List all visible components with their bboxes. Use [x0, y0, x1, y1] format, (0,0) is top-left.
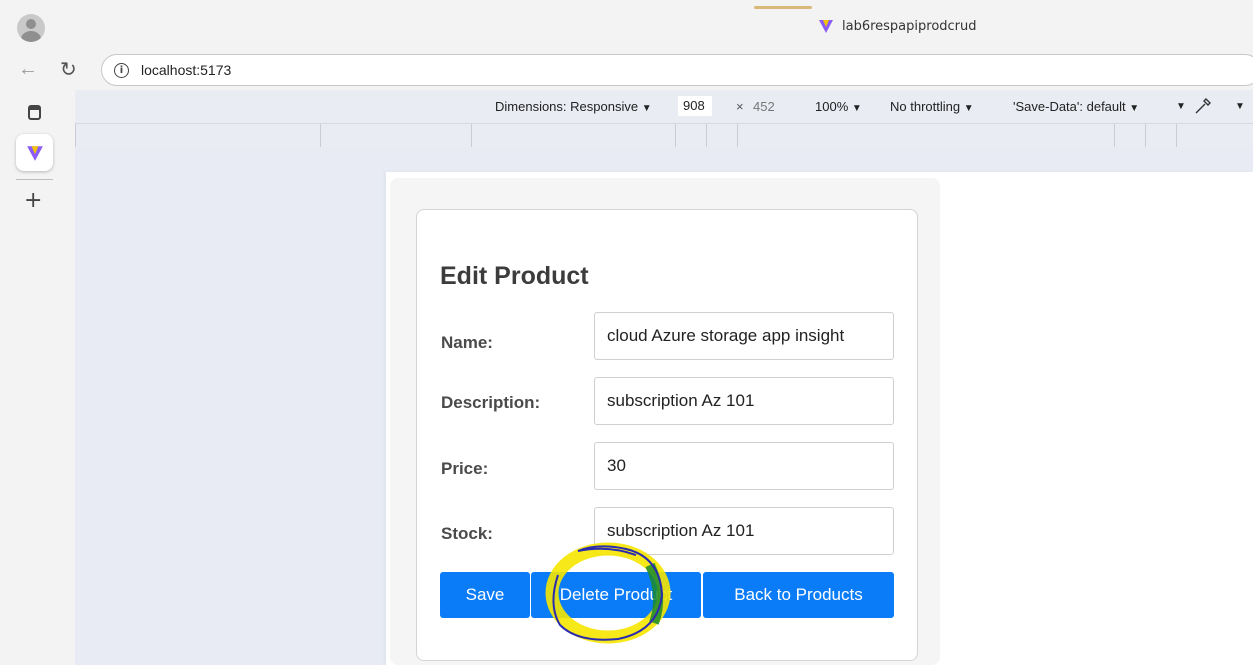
- delete-product-button[interactable]: Delete Product: [531, 572, 701, 618]
- navigation-bar: ← ↻ i localhost:5173: [0, 52, 1253, 90]
- ruler-tick: [471, 124, 472, 148]
- stock-input[interactable]: [594, 507, 894, 555]
- media-query-ruler: [75, 123, 1253, 148]
- ruler-tick: [75, 124, 76, 148]
- dimensions-dropdown[interactable]: Dimensions: Responsive ▼: [495, 99, 652, 114]
- address-bar[interactable]: i localhost:5173: [101, 54, 1253, 86]
- name-input[interactable]: [594, 312, 894, 360]
- dropdown-triangle-icon: ▼: [851, 103, 862, 114]
- ruler-tick: [675, 124, 676, 148]
- save-data-dropdown[interactable]: 'Save-Data': default ▼: [1013, 99, 1139, 114]
- title-bar: lab6respapiprodcrud: [0, 0, 1253, 52]
- reload-icon[interactable]: ↻: [60, 57, 77, 82]
- back-arrow-icon[interactable]: ←: [18, 58, 38, 81]
- ruler-tick: [737, 124, 738, 148]
- dropdown-triangle-icon: ▼: [1129, 103, 1140, 114]
- window-title: lab6respapiprodcrud: [818, 18, 977, 34]
- form-container: Edit Product Name: Description: Price: S…: [390, 178, 940, 665]
- toolbar-overflow-triangle-icon[interactable]: ▼: [1235, 101, 1245, 112]
- description-label: Description:: [441, 393, 541, 412]
- viewport-width-input[interactable]: 908: [678, 96, 712, 116]
- back-to-products-button[interactable]: Back to Products: [703, 572, 894, 618]
- stock-label: Stock:: [441, 524, 493, 543]
- ruler-tick: [1176, 124, 1177, 148]
- throttling-dropdown[interactable]: No throttling ▼: [890, 99, 974, 114]
- vite-logo-icon: [26, 145, 43, 161]
- tab-indicator: [754, 6, 812, 9]
- tab-strip-divider: [16, 179, 53, 180]
- ruler-tick: [1145, 124, 1146, 148]
- price-input[interactable]: [594, 442, 894, 490]
- more-options-triangle-icon[interactable]: ▼: [1176, 101, 1186, 112]
- ruler-tick: [1114, 124, 1115, 148]
- dropdown-triangle-icon: ▼: [641, 103, 652, 114]
- eyedropper-icon[interactable]: [1193, 96, 1213, 116]
- viewport-height-input[interactable]: 452: [753, 99, 775, 114]
- description-input[interactable]: [594, 377, 894, 425]
- url-text[interactable]: localhost:5173: [141, 62, 231, 78]
- form-title: Edit Product: [440, 262, 589, 290]
- edit-product-card: Edit Product Name: Description: Price: S…: [416, 209, 918, 661]
- save-button[interactable]: Save: [440, 572, 530, 618]
- page-viewport: Edit Product Name: Description: Price: S…: [386, 172, 1253, 665]
- vite-logo-icon: [819, 20, 833, 33]
- dimension-times: ×: [736, 99, 744, 114]
- dropdown-triangle-icon: ▼: [963, 103, 974, 114]
- tab-actions-icon[interactable]: [28, 105, 41, 120]
- site-info-icon[interactable]: i: [114, 63, 129, 78]
- ruler-tick: [320, 124, 321, 148]
- vite-tab[interactable]: [16, 134, 53, 171]
- tab-title: lab6respapiprodcrud: [842, 18, 977, 34]
- name-label: Name:: [441, 333, 493, 352]
- vertical-tab-strip: +: [0, 90, 68, 665]
- device-toolbar: Dimensions: Responsive ▼ 908 × 452 100% …: [75, 90, 1253, 123]
- zoom-dropdown[interactable]: 100% ▼: [815, 99, 862, 114]
- ruler-tick: [706, 124, 707, 148]
- new-tab-plus-icon[interactable]: +: [24, 188, 42, 213]
- price-label: Price:: [441, 459, 489, 478]
- profile-avatar-icon[interactable]: [17, 14, 45, 42]
